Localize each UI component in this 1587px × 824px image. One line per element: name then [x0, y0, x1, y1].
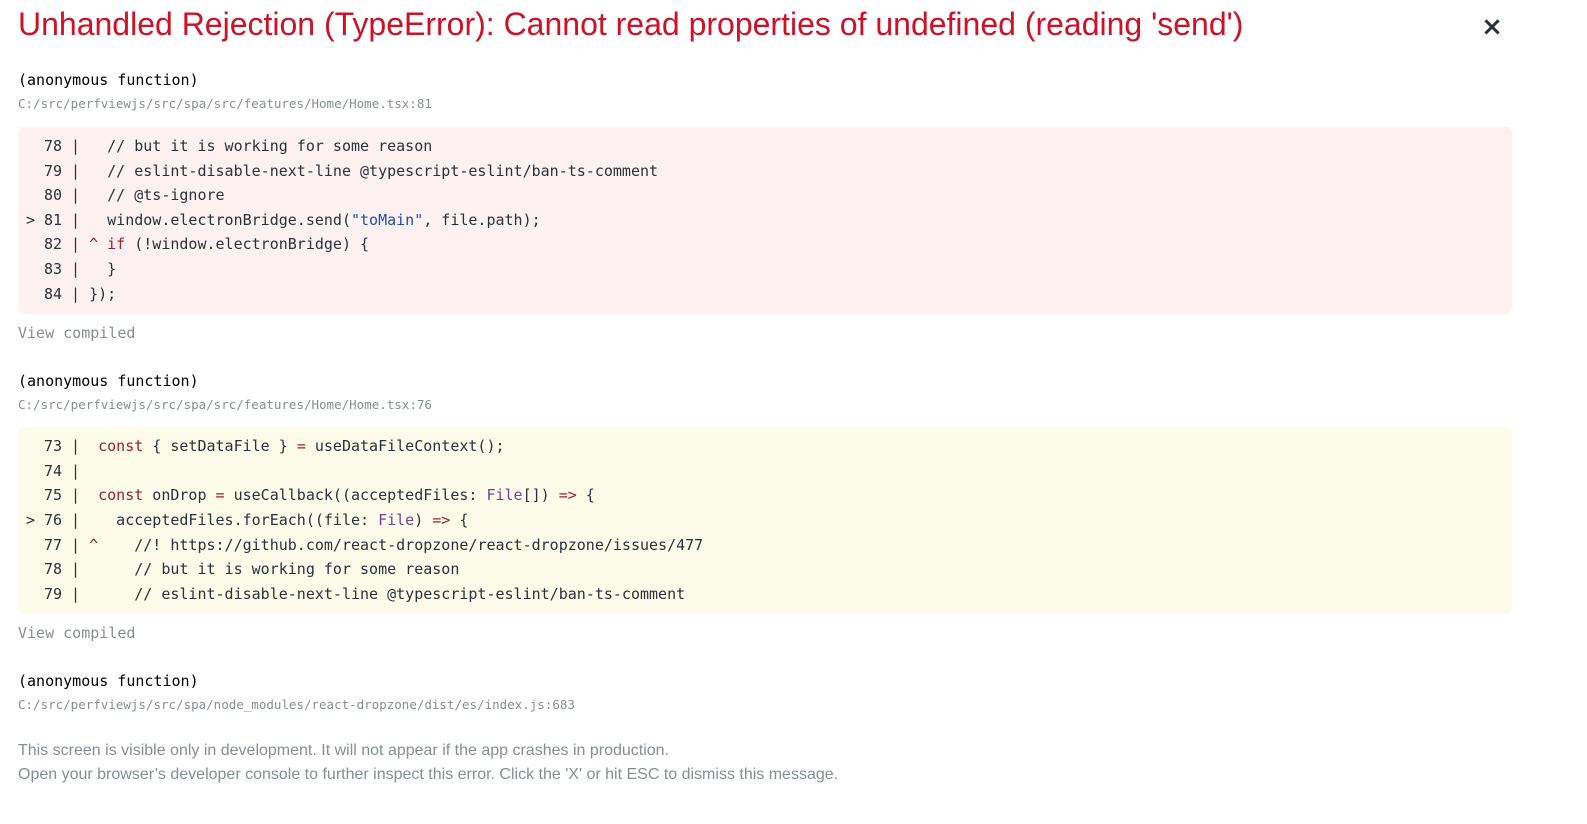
error-overlay: Unhandled Rejection (TypeError): Cannot …: [18, 0, 1513, 787]
code-line: 80 | // @ts-ignore: [43, 186, 225, 205]
code-line: 84 | });: [43, 284, 117, 303]
error-title: Unhandled Rejection (TypeError): Cannot …: [18, 6, 1244, 42]
code-line: 75 | const onDrop = useCallback((accepte…: [43, 486, 595, 505]
current-line-marker: >: [26, 210, 36, 229]
code-line: 79 | // eslint-disable-next-line @typesc…: [43, 584, 686, 603]
code-line: 73 | const { setDataFile } = useDataFile…: [43, 437, 505, 456]
code-line: 74 |: [43, 461, 81, 480]
frame-function-name: (anonymous function): [18, 71, 199, 89]
current-line-marker: >: [26, 510, 36, 529]
error-caret: ^: [89, 235, 99, 254]
close-button[interactable]: ×: [1479, 12, 1505, 42]
view-compiled-link[interactable]: View compiled: [18, 323, 1513, 343]
frame-file-location[interactable]: C:/src/perfviewjs/src/spa/node_modules/r…: [18, 695, 1513, 715]
code-line: 78 | // but it is working for some reaso…: [43, 560, 460, 579]
stack-frame-1: (anonymous function) C:/src/perfviewjs/s…: [18, 70, 1513, 343]
view-compiled-link[interactable]: View compiled: [18, 623, 1513, 643]
header: Unhandled Rejection (TypeError): Cannot …: [18, 0, 1513, 64]
code-line: 78 | // but it is working for some reaso…: [43, 137, 433, 155]
code-line: 77 | ^ //! https://github.com/react-drop…: [43, 535, 704, 554]
code-line: 79 | // eslint-disable-next-line @typesc…: [43, 161, 659, 180]
code-line: 83 | }: [43, 259, 117, 278]
stack-frame-3: (anonymous function) C:/src/perfviewjs/s…: [18, 671, 1513, 715]
frame-file-location[interactable]: C:/src/perfviewjs/src/spa/src/features/H…: [18, 94, 1513, 114]
frame-function-name: (anonymous function): [18, 372, 199, 391]
frame-function-name: (anonymous function): [18, 672, 199, 691]
code-line: 82 | ^ if (!window.electronBridge) {: [43, 235, 370, 254]
code-line-highlighted: >81 | window.electronBridge.send("toMain…: [18, 208, 1512, 233]
footer-line-1: This screen is visible only in developme…: [18, 742, 670, 760]
footer-note: This screen is visible only in developme…: [18, 739, 1513, 787]
code-snippet: 78 | // but it is working for some reaso…: [18, 127, 1512, 315]
code-line-highlighted: >76 | acceptedFiles.forEach((file: File)…: [18, 508, 1512, 533]
error-caret: ^: [89, 535, 99, 554]
stack-frame-2: (anonymous function) C:/src/perfviewjs/s…: [18, 371, 1513, 643]
code-snippet: 73 | const { setDataFile } = useDataFile…: [18, 427, 1512, 615]
frame-file-location[interactable]: C:/src/perfviewjs/src/spa/src/features/H…: [18, 395, 1513, 415]
footer-line-2: Open your browser’s developer console to…: [18, 766, 839, 784]
